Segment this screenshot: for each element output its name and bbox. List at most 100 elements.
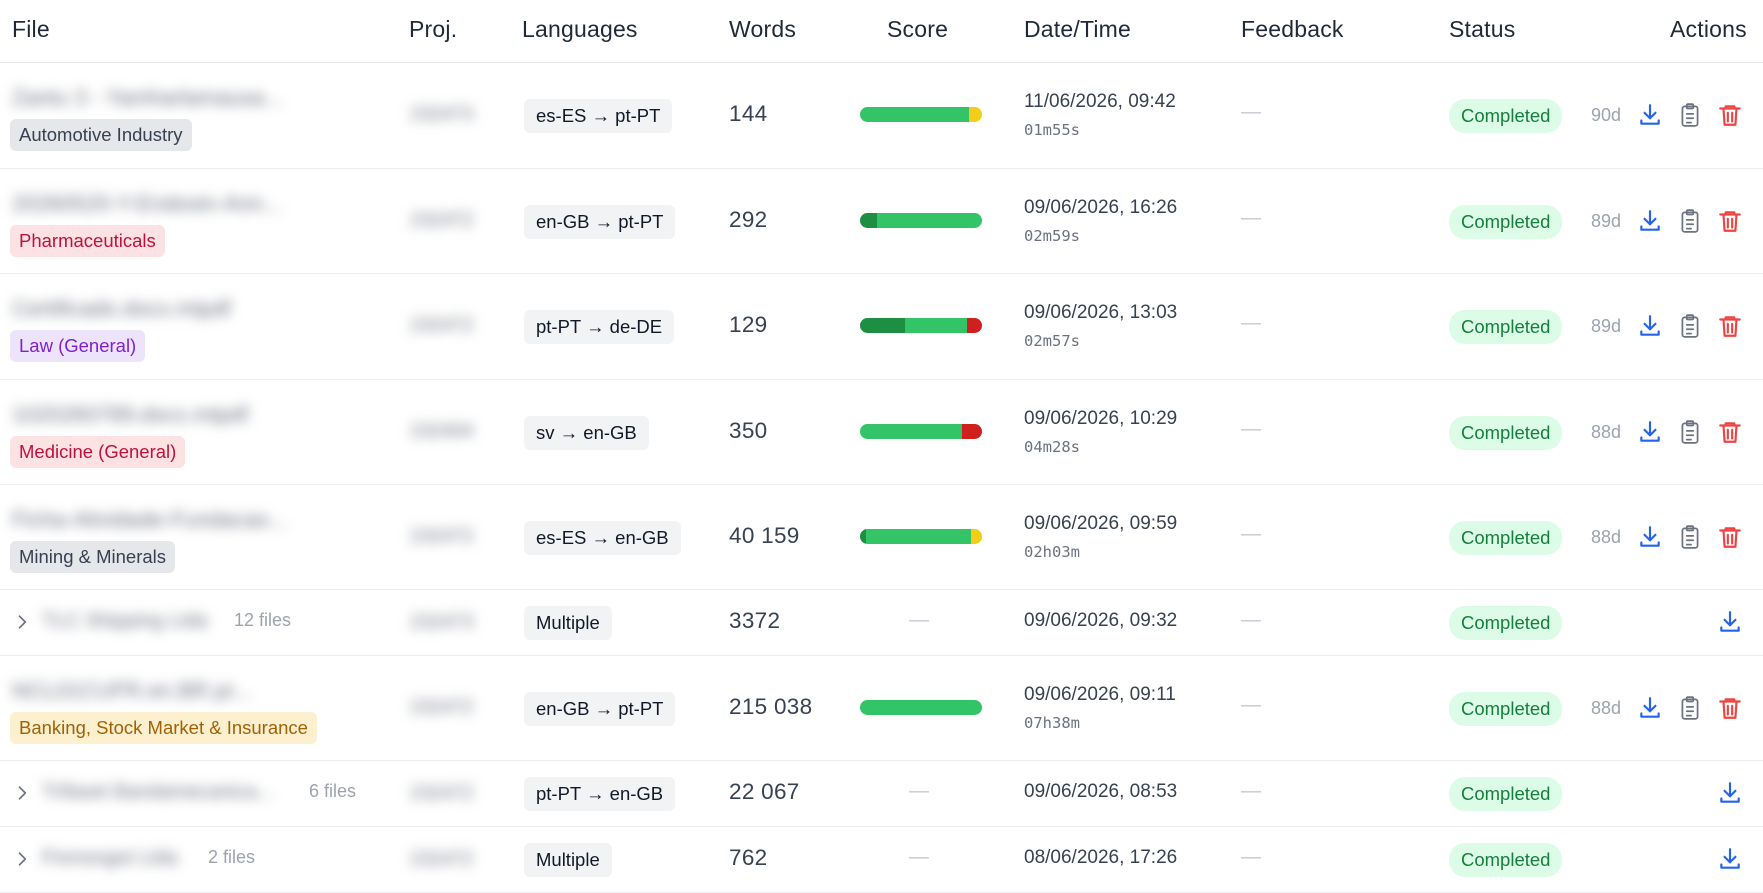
project-id[interactable]: 232473 [410,612,473,634]
domain-tag: Banking, Stock Market & Insurance [10,712,317,744]
trash-icon[interactable] [1717,102,1743,128]
file-name[interactable]: Zantu 3 - Yamharlamausa... [12,85,283,111]
chevron-right-icon[interactable] [12,612,32,632]
clipboard-icon[interactable] [1677,313,1703,339]
score-segment [877,213,982,228]
chevron-right-icon[interactable] [12,849,32,869]
status-badge: Completed [1449,205,1563,239]
table-row[interactable]: Certificado.docx.mtpdf Law (General) 232… [0,274,1763,380]
trash-icon[interactable] [1717,208,1743,234]
table-header: File Proj. Languages Words Score Date/Ti… [0,0,1763,63]
download-icon[interactable] [1637,695,1663,721]
file-name[interactable]: Certificado.docx.mtpdf [12,296,231,322]
chevron-right-icon[interactable] [12,783,32,803]
header-file[interactable]: File [12,16,50,43]
download-icon[interactable] [1717,846,1743,872]
score-bar [860,700,982,715]
word-count: 40 159 [729,523,800,548]
date-time: 08/06/2026, 17:26 [1024,847,1178,868]
project-id[interactable]: 232472 [410,697,473,719]
table-row[interactable]: 20260520-Y-Endosin-Ann... Pharmaceutical… [0,169,1763,274]
download-icon[interactable] [1717,780,1743,806]
header-datetime[interactable]: Date/Time [1024,16,1131,43]
clipboard-icon[interactable] [1677,102,1703,128]
download-icon[interactable] [1717,609,1743,635]
table-row-group[interactable]: Pomongot Ltda 2 files 232472 Multiple 76… [0,827,1763,893]
language-pair: pt-PT → de-DE [524,310,675,344]
download-icon[interactable] [1637,102,1663,128]
header-feedback[interactable]: Feedback [1241,16,1344,43]
header-proj[interactable]: Proj. [409,16,457,43]
feedback-empty: — [1241,418,1261,440]
project-id[interactable]: 232404 [410,421,473,443]
project-id[interactable]: 232472 [410,526,473,548]
score-segment [968,107,982,122]
date-time: 09/06/2026, 10:29 [1024,408,1178,429]
clipboard-icon[interactable] [1677,524,1703,550]
table-row-group[interactable]: TLC Shipping Ltda 12 files 232473 Multip… [0,590,1763,656]
download-icon[interactable] [1637,313,1663,339]
download-icon[interactable] [1637,208,1663,234]
table-row[interactable]: NCL01CUFR.en.BR.pr... Banking, Stock Mar… [0,656,1763,761]
status-badge: Completed [1449,692,1563,726]
date-time: 09/06/2026, 09:11 [1024,684,1176,705]
table-row-group[interactable]: Trifaset Bandamecanica... 6 files 232472… [0,761,1763,827]
trash-icon[interactable] [1717,524,1743,550]
retention-days: 88d [1591,422,1622,442]
file-count: 12 files [234,610,292,630]
project-id[interactable]: 232472 [410,849,473,871]
trash-icon[interactable] [1717,695,1743,721]
file-name[interactable]: NCL01CUFR.en.BR.pr... [12,678,252,704]
table-row[interactable]: Ficha-Atividade-Fundacao... Mining & Min… [0,485,1763,590]
score-bar [860,529,982,544]
clipboard-icon[interactable] [1677,695,1703,721]
header-languages[interactable]: Languages [522,16,638,43]
word-count: 144 [729,101,768,126]
clipboard-icon[interactable] [1677,419,1703,445]
language-pair: Multiple [524,843,612,877]
header-status[interactable]: Status [1449,16,1515,43]
feedback-empty: — [1241,846,1261,868]
retention-days: 88d [1591,698,1622,718]
clipboard-icon[interactable] [1677,208,1703,234]
group-name[interactable]: Trifaset Bandamecanica... [42,781,274,804]
date-time: 09/06/2026, 13:03 [1024,302,1178,323]
trash-icon[interactable] [1717,419,1743,445]
word-count: 22 067 [729,779,800,804]
word-count: 129 [729,312,768,337]
language-pair: es-ES → pt-PT [524,99,673,133]
download-icon[interactable] [1637,419,1663,445]
header-words[interactable]: Words [729,16,796,43]
file-name[interactable]: Ficha-Atividade-Fundacao... [12,507,287,533]
header-score[interactable]: Score [887,16,948,43]
project-id[interactable]: 232472 [410,783,473,805]
table-row[interactable]: Zantu 3 - Yamharlamausa... Automotive In… [0,63,1763,169]
score-empty: — [909,846,929,868]
score-segment [905,318,968,333]
feedback-empty: — [1241,780,1261,802]
duration: 02m57s [1024,332,1080,350]
table-row[interactable]: 1020260789.docx.mtpdf Medicine (General)… [0,380,1763,485]
status-badge: Completed [1449,843,1563,877]
score-bar [860,318,982,333]
score-bar [860,213,982,228]
score-segment [971,529,982,544]
score-empty: — [909,780,929,802]
project-id[interactable]: 232473 [410,104,473,126]
group-name[interactable]: Pomongot Ltda [42,847,178,870]
score-segment [860,107,969,122]
download-icon[interactable] [1637,524,1663,550]
status-badge: Completed [1449,606,1563,640]
date-time: 09/06/2026, 16:26 [1024,197,1178,218]
feedback-empty: — [1241,609,1261,631]
feedback-empty: — [1241,101,1261,123]
project-id[interactable]: 232472 [410,315,473,337]
project-id[interactable]: 232472 [410,210,473,232]
file-name[interactable]: 1020260789.docx.mtpdf [12,402,248,428]
group-name[interactable]: TLC Shipping Ltda [42,610,208,633]
trash-icon[interactable] [1717,313,1743,339]
score-segment [866,529,971,544]
file-name[interactable]: 20260520-Y-Endosin-Ann... [12,191,282,217]
score-segment [860,213,878,228]
score-segment [967,318,982,333]
